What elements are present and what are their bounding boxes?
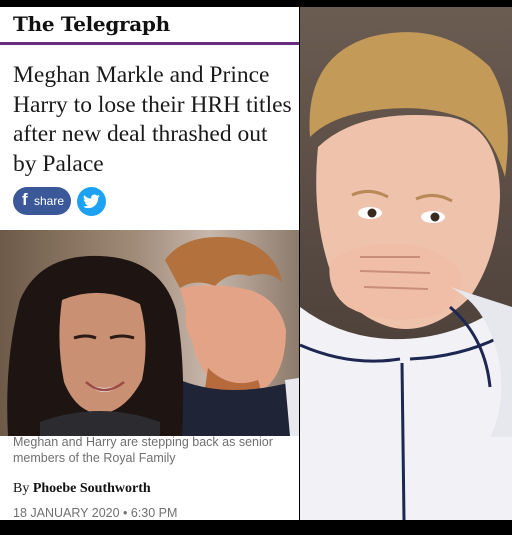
byline: By Phoebe Southworth — [13, 481, 151, 497]
author-name[interactable]: Phoebe Southworth — [33, 481, 151, 496]
photo-caption: Meghan and Harry are stepping back as se… — [13, 435, 273, 465]
couple-photo-illustration — [0, 230, 299, 436]
facebook-share-button[interactable]: f share — [13, 187, 71, 215]
masthead-rule — [0, 42, 299, 45]
facebook-icon: f — [22, 190, 28, 209]
twitter-share-button[interactable] — [77, 187, 106, 216]
article-headline: Meghan Markle and Prince Harry to lose t… — [13, 62, 292, 177]
article-photo-couple — [0, 230, 299, 436]
publish-date: 18 JANUARY 2020 • 6:30 PM — [13, 506, 178, 520]
telegraph-logo[interactable]: The Telegraph — [13, 12, 170, 36]
masthead: The Telegraph — [0, 7, 299, 42]
reaction-photo-boy — [300, 7, 512, 520]
facebook-share-label: share — [34, 194, 65, 208]
byline-prefix: By — [13, 481, 30, 496]
meme-frame: The Telegraph Meghan Markle and Prince H… — [0, 0, 512, 535]
twitter-bird-icon — [83, 194, 100, 209]
boy-reaction-illustration — [300, 7, 512, 520]
telegraph-article-screenshot: The Telegraph Meghan Markle and Prince H… — [0, 7, 299, 520]
